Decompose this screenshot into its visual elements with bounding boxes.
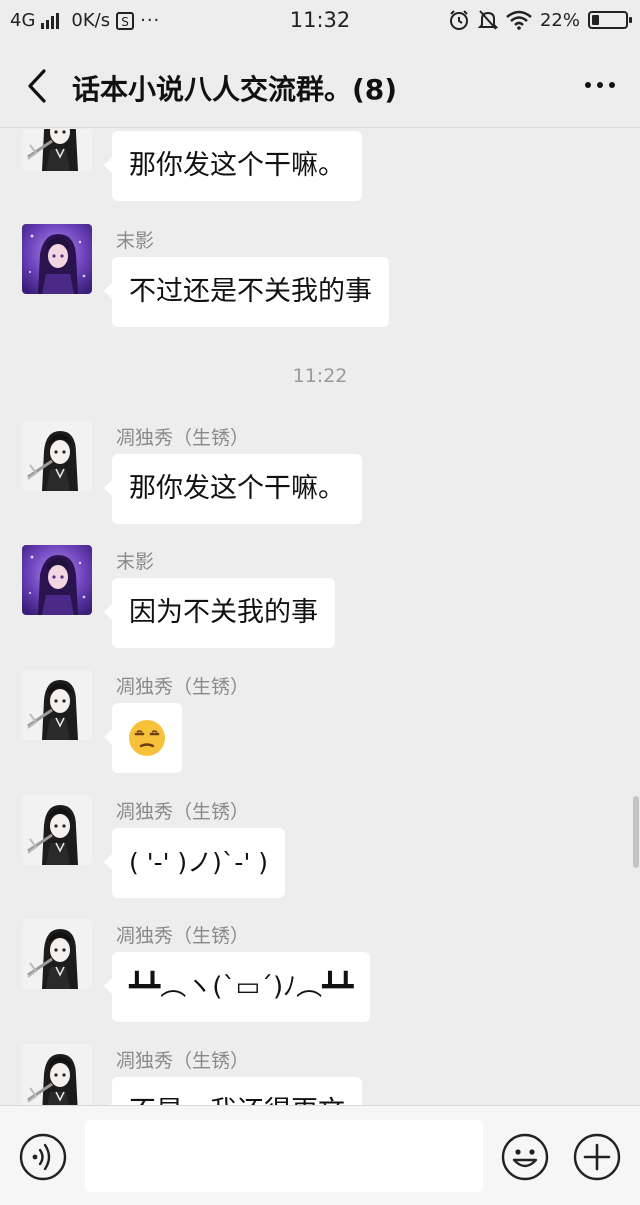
message-bubble[interactable]: 那你发这个干嘛。 [104, 131, 362, 201]
message-bubble[interactable]: 那你发这个干嘛。 [104, 454, 362, 524]
plus-icon[interactable] [572, 1132, 622, 1182]
sender-name: 末影 [116, 230, 155, 252]
message-bubble[interactable]: 不是，我还得更文 [104, 1077, 362, 1105]
battery-fill [592, 15, 599, 25]
purple-girl-avatar[interactable] [22, 224, 92, 294]
sender-name: 凋独秀（生锈） [116, 925, 250, 947]
dark-hair-girl-avatar[interactable] [22, 1044, 92, 1105]
input-bar [0, 1105, 640, 1205]
dark-hair-girl-avatar[interactable] [22, 795, 92, 865]
purple-girl-avatar[interactable] [22, 545, 92, 615]
chat-header: 话本小说八人交流群。(8) [0, 44, 640, 128]
sender-name: 凋独秀（生锈） [116, 1050, 250, 1072]
sender-name: 末影 [116, 551, 155, 573]
mute-bell-icon [477, 10, 498, 30]
wifi-icon [506, 10, 532, 30]
sender-name: 凋独秀（生锈） [116, 676, 250, 698]
voice-input-icon[interactable] [18, 1132, 68, 1182]
status-bar: 4G 0K/s S ··· 11:32 22% [0, 0, 640, 44]
emoji-icon[interactable] [500, 1132, 550, 1182]
more-options-icon[interactable] [582, 70, 618, 100]
message-list[interactable]: 那你发这个干嘛。 末影 不过还是不关我的事 11:22 凋独秀（生锈） 那你发这… [0, 129, 640, 1105]
battery-icon [588, 11, 632, 29]
sender-name: 凋独秀（生锈） [116, 427, 250, 449]
sender-name: 凋独秀（生锈） [116, 801, 250, 823]
battery-percent: 22% [539, 9, 580, 31]
dark-hair-girl-avatar[interactable] [22, 129, 92, 171]
back-arrow-icon[interactable] [22, 68, 52, 104]
message-bubble[interactable]: 因为不关我的事 [104, 578, 335, 648]
scrollbar[interactable] [633, 796, 639, 868]
message-bubble[interactable]: 不过还是不关我的事 [104, 257, 389, 327]
message-bubble[interactable] [104, 703, 182, 773]
message-input[interactable] [85, 1120, 483, 1192]
unamused-face-icon [129, 720, 165, 756]
chat-timestamp: 11:22 [292, 365, 348, 387]
status-right: 22% [448, 9, 632, 31]
dark-hair-girl-avatar[interactable] [22, 919, 92, 989]
message-bubble[interactable]: ┻┻︵ヽ(`▭´)ﾉ︵┻┻ [103, 952, 371, 1022]
alarm-icon [449, 10, 468, 30]
message-bubble[interactable]: ( '-' )ノ)`-' ) [103, 828, 286, 898]
dark-hair-girl-avatar[interactable] [22, 670, 92, 740]
chat-title: 话本小说八人交流群。(8) [72, 73, 398, 106]
dark-hair-girl-avatar[interactable] [22, 421, 92, 491]
